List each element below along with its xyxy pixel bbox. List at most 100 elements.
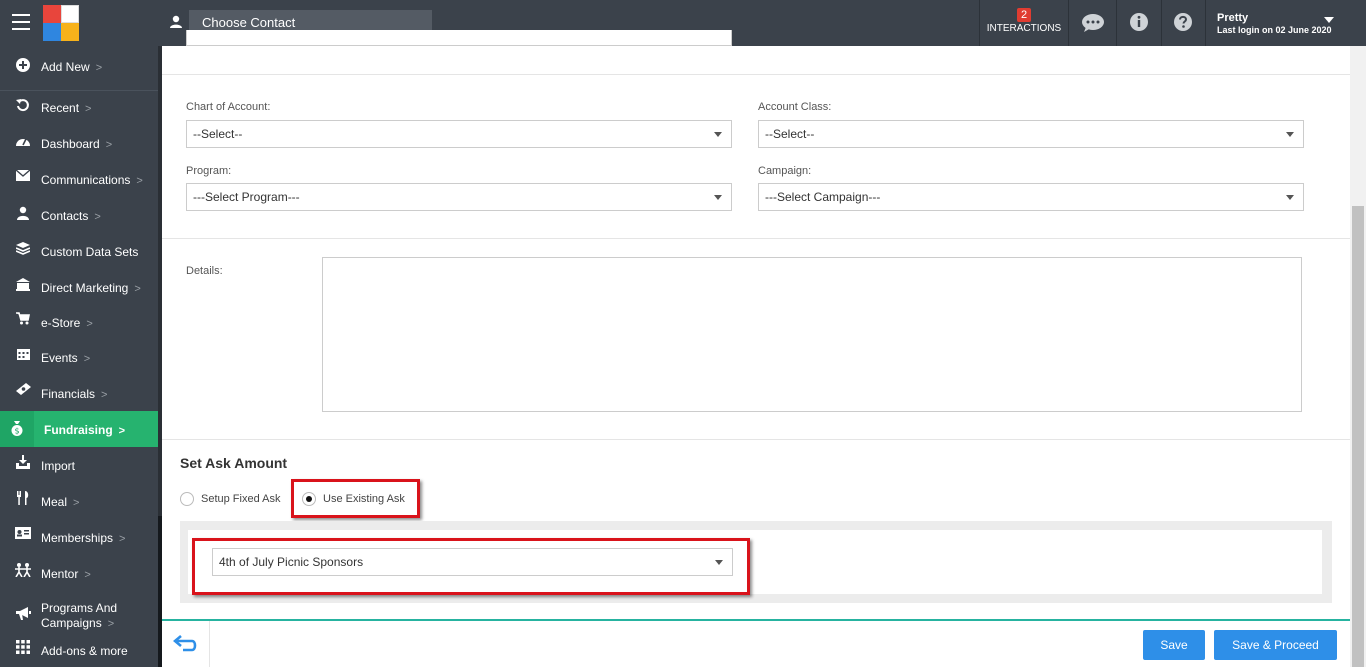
sidebar-item-fundraising[interactable]: $ Fundraising > bbox=[0, 411, 158, 447]
plus-circle-icon bbox=[14, 58, 32, 75]
sidebar-item-label: Recent bbox=[41, 101, 80, 115]
interactions-button[interactable]: 2 INTERACTIONS bbox=[980, 0, 1068, 46]
chevron-right-icon: > bbox=[85, 103, 92, 115]
setup-fixed-ask-label[interactable]: Setup Fixed Ask bbox=[201, 493, 281, 505]
partial-field[interactable] bbox=[186, 30, 732, 46]
details-textarea[interactable] bbox=[322, 257, 1302, 412]
use-existing-ask-radio[interactable] bbox=[302, 492, 316, 506]
user-menu[interactable]: Pretty Last login on 02 June 2020 bbox=[1206, 0, 1366, 46]
chevron-right-icon: > bbox=[86, 318, 93, 330]
sidebar-item-communications[interactable]: Communications > bbox=[0, 169, 158, 190]
divider bbox=[162, 74, 1350, 75]
chevron-right-icon: > bbox=[84, 569, 91, 581]
back-button[interactable] bbox=[162, 621, 210, 667]
chart-of-account-select[interactable]: --Select-- bbox=[186, 120, 732, 148]
use-existing-ask-label[interactable]: Use Existing Ask bbox=[323, 493, 405, 505]
caret-down-icon bbox=[714, 132, 722, 137]
sidebar-item-e-store[interactable]: e-Store > bbox=[0, 312, 158, 332]
details-label: Details: bbox=[186, 265, 223, 277]
sidebar-item-programs-and-campaigns[interactable]: Programs And Campaigns > bbox=[0, 599, 158, 631]
campaign-select[interactable]: ---Select Campaign--- bbox=[758, 183, 1304, 211]
chart-of-account-label: Chart of Account: bbox=[186, 101, 271, 113]
sidebar-item-label: Communications bbox=[41, 173, 131, 187]
page-scroll-thumb[interactable] bbox=[1352, 206, 1364, 667]
user-icon bbox=[162, 10, 189, 35]
caret-down-icon bbox=[1286, 132, 1294, 137]
sidebar-item-label: Meal bbox=[41, 495, 68, 509]
sidebar-item-contacts[interactable]: Contacts > bbox=[0, 206, 158, 226]
cart-icon bbox=[14, 312, 32, 328]
grid-icon bbox=[14, 640, 32, 657]
cutlery-icon bbox=[14, 491, 32, 508]
account-class-select[interactable]: --Select-- bbox=[758, 120, 1304, 148]
sidebar-item-label-line2: Campaigns bbox=[41, 616, 102, 630]
user-name: Pretty bbox=[1217, 12, 1249, 24]
caret-down-icon bbox=[714, 195, 722, 200]
sidebar-item-financials[interactable]: Financials > bbox=[0, 383, 158, 403]
sidebar-item-label: Financials bbox=[41, 387, 96, 401]
save-button[interactable]: Save bbox=[1143, 630, 1205, 660]
existing-ask-select[interactable]: 4th of July Picnic Sponsors bbox=[212, 548, 733, 576]
sidebar-item-label: Custom Data Sets bbox=[41, 245, 139, 259]
form-footer: Save Save & Proceed bbox=[162, 619, 1350, 667]
sidebar-item-label: Dashboard bbox=[41, 137, 100, 151]
sidebar-item-recent[interactable]: Recent > bbox=[0, 98, 158, 118]
sidebar-item-label: Add-ons & more bbox=[41, 644, 128, 658]
sidebar-item-custom-data-sets[interactable]: Custom Data Sets bbox=[0, 242, 158, 262]
dashboard-icon bbox=[14, 134, 32, 151]
sidebar-item-label: Mentor bbox=[41, 567, 79, 581]
info-icon[interactable] bbox=[1117, 0, 1161, 46]
account-class-label: Account Class: bbox=[758, 101, 832, 113]
program-select[interactable]: ---Select Program--- bbox=[186, 183, 732, 211]
help-icon[interactable] bbox=[1161, 0, 1205, 46]
sidebar-item-label: Contacts bbox=[41, 209, 89, 223]
chevron-right-icon: > bbox=[134, 283, 141, 295]
sidebar-item-import[interactable]: Import bbox=[0, 455, 158, 475]
chart-of-account-value: --Select-- bbox=[193, 127, 243, 141]
sidebar-item-direct-marketing[interactable]: Direct Marketing > bbox=[0, 278, 158, 298]
hamburger-menu-icon[interactable] bbox=[12, 14, 30, 30]
sidebar-item-dashboard[interactable]: Dashboard > bbox=[0, 134, 158, 154]
sidebar-divider bbox=[0, 90, 158, 91]
chevron-right-icon: > bbox=[94, 211, 101, 223]
app-logo[interactable] bbox=[43, 5, 79, 41]
history-icon bbox=[14, 98, 32, 115]
sidebar-item-label: Events bbox=[41, 351, 78, 365]
set-ask-amount-title: Set Ask Amount bbox=[180, 455, 288, 471]
program-label: Program: bbox=[186, 165, 232, 177]
chat-icon[interactable] bbox=[1071, 0, 1115, 46]
interactions-label: INTERACTIONS bbox=[986, 23, 1062, 34]
sidebar-item-label: Fundraising bbox=[44, 423, 113, 437]
chevron-right-icon: > bbox=[83, 353, 91, 365]
last-login-text: Last login on 02 June 2020 bbox=[1217, 25, 1332, 35]
money-icon bbox=[14, 383, 32, 398]
campaign-value: ---Select Campaign--- bbox=[765, 190, 881, 204]
sidebar-item-memberships[interactable]: Memberships > bbox=[0, 527, 158, 547]
caret-down-icon bbox=[1324, 17, 1334, 23]
sidebar-item-label: Memberships bbox=[41, 531, 114, 545]
layers-icon bbox=[14, 242, 32, 258]
sidebar-item-label: Direct Marketing bbox=[41, 281, 129, 295]
envelope-icon bbox=[14, 169, 32, 184]
campaign-label: Campaign: bbox=[758, 165, 812, 177]
sidebar-item-add-ons[interactable]: Add-ons & more bbox=[0, 640, 158, 660]
sidebar-item-meal[interactable]: Meal > bbox=[0, 491, 158, 511]
chevron-right-icon: > bbox=[118, 425, 126, 437]
id-card-icon bbox=[14, 527, 32, 542]
sidebar-item-mentor[interactable]: Mentor > bbox=[0, 563, 158, 583]
sidebar-item-events[interactable]: Events > bbox=[0, 347, 158, 367]
page-scrollbar[interactable] bbox=[1350, 46, 1366, 667]
chevron-right-icon: > bbox=[101, 389, 108, 401]
chevron-right-icon: > bbox=[119, 533, 126, 545]
chevron-right-icon: > bbox=[105, 139, 113, 151]
save-and-proceed-button[interactable]: Save & Proceed bbox=[1214, 630, 1337, 660]
setup-fixed-ask-radio[interactable] bbox=[180, 492, 194, 506]
program-value: ---Select Program--- bbox=[193, 190, 300, 204]
import-icon bbox=[14, 455, 32, 472]
back-arrow-icon bbox=[173, 635, 197, 652]
chevron-right-icon: > bbox=[136, 175, 143, 187]
sidebar-item-add-new[interactable]: Add New > bbox=[0, 58, 158, 78]
user-icon bbox=[14, 206, 32, 223]
caret-down-icon bbox=[715, 560, 723, 565]
svg-text:$: $ bbox=[14, 427, 19, 436]
